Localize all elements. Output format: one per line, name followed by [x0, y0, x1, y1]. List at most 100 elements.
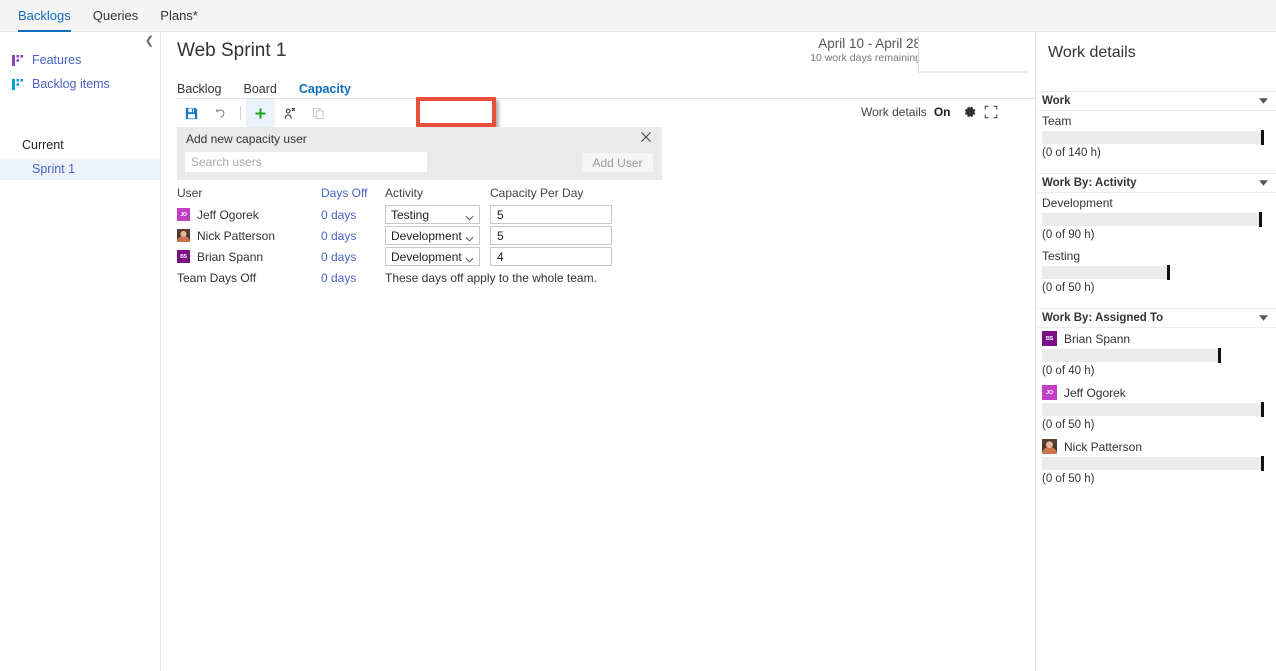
days-off-link[interactable]: 0 days — [321, 229, 385, 243]
table-row: JO Jeff Ogorek 0 days Testing — [177, 204, 777, 225]
capacity-bar-marker — [1260, 130, 1264, 145]
user-cell: Nick Patterson — [177, 229, 321, 243]
user-cell: BS Brian Spann — [177, 250, 321, 264]
column-header-days-off: Days Off — [321, 186, 368, 200]
details-group-title: Work By: Activity — [1042, 177, 1137, 189]
capacity-bar-marker — [1260, 456, 1264, 471]
details-item-label: Team — [1042, 114, 1270, 128]
sidebar-item-features[interactable]: Features — [0, 49, 160, 71]
backlog-icon — [12, 78, 25, 90]
user-name: Nick Patterson — [197, 228, 276, 243]
capacity-bar-track — [1042, 403, 1261, 416]
capacity-bar — [1042, 130, 1270, 145]
team-days-off-link[interactable]: 0 days — [321, 271, 385, 285]
days-off-link[interactable]: 0 days — [321, 208, 385, 222]
activity-select[interactable]: Testing — [385, 205, 480, 224]
triangle-down-icon[interactable] — [1259, 312, 1268, 324]
capacity-bar — [1042, 265, 1270, 280]
topnav-item-queries[interactable]: Queries — [93, 0, 139, 32]
details-item-name: Nick Patterson — [1064, 439, 1143, 454]
days-off-link[interactable]: 0 days — [321, 250, 385, 264]
undo-icon[interactable] — [206, 99, 235, 127]
column-header-activity: Activity — [385, 186, 424, 200]
capacity-bar — [1042, 348, 1270, 363]
capacity-cell — [490, 247, 620, 266]
topnav-item-plans[interactable]: Plans* — [160, 0, 198, 32]
activity-cell: Development — [385, 226, 490, 245]
chevron-down-icon — [465, 253, 474, 267]
details-item-label: Development — [1042, 196, 1270, 210]
add-user-icon[interactable] — [246, 99, 275, 127]
save-icon[interactable] — [177, 99, 206, 127]
capacity-bar-track — [1042, 457, 1261, 470]
capacity-per-day-input[interactable] — [490, 247, 612, 266]
triangle-down-icon[interactable] — [1259, 177, 1268, 189]
add-user-button[interactable]: Add User — [581, 152, 654, 173]
details-group-header[interactable]: Work By: Activity — [1036, 173, 1276, 193]
main-content: Web Sprint 1 April 10 - April 28 10 work… — [161, 32, 1276, 671]
avatar: BS — [177, 250, 190, 263]
work-details-title: Work details — [1036, 32, 1276, 92]
tab-board[interactable]: Board — [243, 80, 276, 98]
table-row: BS Brian Spann 0 days Development — [177, 246, 777, 267]
details-item-name: Development — [1042, 196, 1113, 210]
column-header-capacity: Capacity Per Day — [490, 186, 584, 200]
capacity-per-day-input[interactable] — [490, 205, 612, 224]
activity-select[interactable]: Development — [385, 226, 480, 245]
capacity-bar — [1042, 402, 1270, 417]
burndown-chart-placeholder[interactable] — [918, 36, 1028, 73]
tab-capacity[interactable]: Capacity — [299, 80, 351, 98]
sidebar-item-sprint-1[interactable]: Sprint 1 — [0, 159, 160, 180]
toolbar-separator — [240, 106, 241, 120]
capacity-bar — [1042, 456, 1270, 471]
activity-cell: Testing — [385, 205, 490, 224]
tab-backlog[interactable]: Backlog — [177, 80, 221, 98]
activity-select[interactable]: Development — [385, 247, 480, 266]
user-name: Brian Spann — [197, 249, 264, 264]
capacity-bar-marker — [1260, 402, 1264, 417]
details-item-name: Brian Spann — [1064, 331, 1131, 346]
sidebar-group-current: Current — [22, 138, 64, 152]
add-capacity-user-panel: Add new capacity user Add User — [177, 127, 662, 180]
team-days-off-label: Team Days Off — [177, 270, 257, 285]
activity-select-value: Development — [391, 228, 462, 243]
details-group-header[interactable]: Work — [1036, 91, 1276, 111]
days-remaining-text: 10 work days remaining — [810, 52, 921, 64]
close-icon[interactable] — [639, 130, 653, 144]
details-group-title: Work — [1042, 95, 1071, 107]
details-item-name: Jeff Ogorek — [1064, 385, 1126, 400]
details-item-hours: (0 of 140 h) — [1042, 147, 1101, 159]
details-item-label: BS Brian Spann — [1042, 331, 1270, 346]
chevron-down-icon — [465, 211, 474, 225]
add-team-member-icon[interactable] — [275, 99, 304, 127]
avatar: JO — [177, 208, 190, 221]
pivot-tabs: Backlog Board Capacity — [177, 72, 373, 98]
app-root: Backlogs Queries Plans* ❮ Features Backl… — [0, 0, 1276, 671]
sprint-date-range: April 10 - April 28 10 work days remaini… — [781, 36, 921, 64]
capacity-per-day-input[interactable] — [490, 226, 612, 245]
capacity-bar-track — [1042, 131, 1261, 144]
sidebar-item-backlog-items[interactable]: Backlog items — [0, 73, 160, 95]
avatar — [177, 229, 190, 242]
details-group-header[interactable]: Work By: Assigned To — [1036, 308, 1276, 328]
copy-icon — [304, 99, 333, 127]
details-item-hours: (0 of 50 h) — [1042, 473, 1095, 485]
topnav-item-backlogs[interactable]: Backlogs — [18, 0, 71, 32]
team-days-off-row: Team Days Off 0 days These days off appl… — [177, 267, 777, 288]
details-group-body: Development (0 of 90 h) Testing (0 of 50 h) — [1036, 193, 1276, 309]
capacity-cell — [490, 205, 620, 224]
table-header-row: User Days Off Activity Capacity Per Day — [177, 182, 777, 204]
add-panel-title: Add new capacity user — [186, 132, 307, 146]
details-group-body: Team (0 of 140 h) — [1036, 111, 1276, 174]
capacity-bar-marker — [1167, 265, 1171, 280]
details-item-name: Testing — [1042, 249, 1081, 263]
sidebar-collapse-icon[interactable]: ❮ — [145, 36, 154, 47]
team-days-off-note: These days off apply to the whole team. — [385, 270, 597, 285]
triangle-down-icon[interactable] — [1259, 95, 1268, 107]
activity-cell: Development — [385, 247, 490, 266]
search-input[interactable] — [185, 152, 427, 172]
details-item-hours: (0 of 90 h) — [1042, 229, 1095, 241]
user-cell: JO Jeff Ogorek — [177, 208, 321, 222]
sidebar-item-features-label: Features — [32, 53, 82, 67]
details-item-label: JO Jeff Ogorek — [1042, 385, 1270, 400]
